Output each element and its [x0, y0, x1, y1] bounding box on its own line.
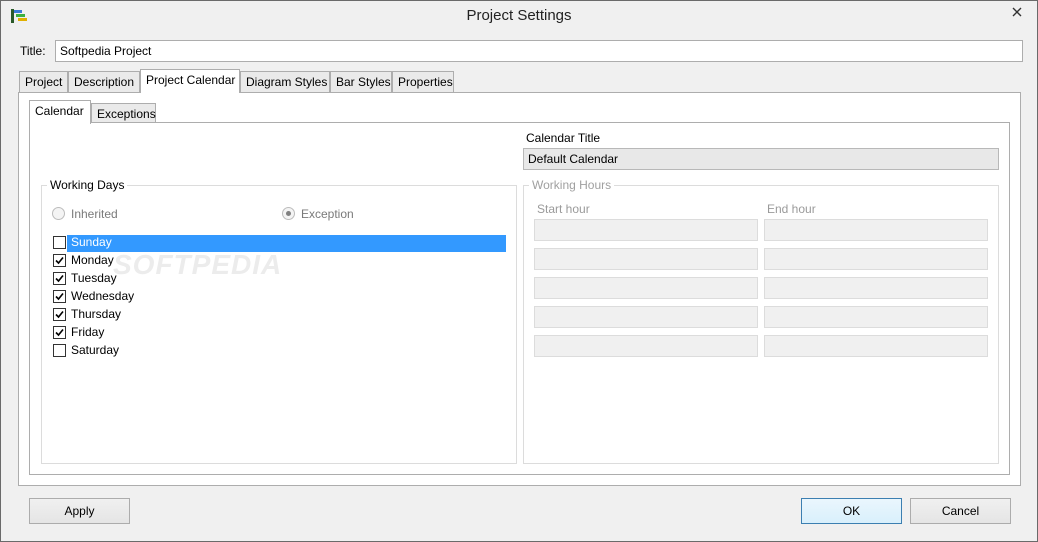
end-hour-field[interactable] — [764, 248, 988, 270]
working-days-group — [41, 185, 517, 464]
window-title: Project Settings — [466, 7, 572, 24]
checkmark-icon — [55, 328, 64, 337]
day-label-wednesday[interactable]: Wednesday — [71, 289, 134, 303]
tab-project-calendar[interactable]: Project Calendar — [140, 69, 240, 93]
title-input[interactable]: Softpedia Project — [55, 40, 1023, 62]
calendar-title-label: Calendar Title — [526, 131, 601, 145]
start-hour-field[interactable] — [534, 248, 758, 270]
end-hour-header: End hour — [767, 202, 816, 216]
working-hours-legend: Working Hours — [529, 178, 615, 192]
cancel-button[interactable]: Cancel — [910, 498, 1011, 524]
subtab-calendar[interactable]: Calendar — [29, 100, 91, 124]
end-hour-field[interactable] — [764, 306, 988, 328]
day-label-monday[interactable]: Monday — [71, 253, 114, 267]
day-checkbox-thursday[interactable] — [53, 308, 66, 321]
checkmark-icon — [55, 274, 64, 283]
exception-radio[interactable] — [282, 207, 295, 220]
apply-button[interactable]: Apply — [29, 498, 130, 524]
start-hour-field[interactable] — [534, 277, 758, 299]
tab-properties[interactable]: Properties — [392, 71, 454, 92]
tab-description[interactable]: Description — [68, 71, 140, 92]
tab-bar-styles[interactable]: Bar Styles — [330, 71, 392, 92]
end-hour-field[interactable] — [764, 277, 988, 299]
start-hour-field[interactable] — [534, 219, 758, 241]
close-button[interactable] — [1000, 1, 1033, 23]
project-settings-window: Project Settings Title: Softpedia Projec… — [0, 0, 1038, 542]
close-icon — [1012, 7, 1021, 17]
ok-button[interactable]: OK — [801, 498, 902, 524]
day-checkbox-sunday[interactable] — [53, 236, 66, 249]
exception-label: Exception — [301, 207, 354, 221]
day-checkbox-monday[interactable] — [53, 254, 66, 267]
day-label-tuesday[interactable]: Tuesday — [71, 271, 117, 285]
checkmark-icon — [55, 256, 64, 265]
day-label-friday[interactable]: Friday — [71, 325, 104, 339]
subtab-exceptions[interactable]: Exceptions — [91, 103, 156, 124]
inherited-radio[interactable] — [52, 207, 65, 220]
working-days-legend: Working Days — [47, 178, 128, 192]
start-hour-field[interactable] — [534, 335, 758, 357]
day-label-saturday[interactable]: Saturday — [71, 343, 119, 357]
title-label: Title: — [20, 44, 46, 58]
start-hour-field[interactable] — [534, 306, 758, 328]
day-checkbox-friday[interactable] — [53, 326, 66, 339]
checkmark-icon — [55, 292, 64, 301]
day-checkbox-saturday[interactable] — [53, 344, 66, 357]
end-hour-field[interactable] — [764, 219, 988, 241]
inherited-label: Inherited — [71, 207, 118, 221]
checkmark-icon — [55, 310, 64, 319]
tab-diagram-styles[interactable]: Diagram Styles — [240, 71, 330, 92]
day-label-thursday[interactable]: Thursday — [71, 307, 121, 321]
day-checkbox-wednesday[interactable] — [53, 290, 66, 303]
title-bar: Project Settings — [1, 1, 1037, 32]
softpedia-watermark: SOFTPEDIA — [113, 249, 283, 280]
day-label-sunday[interactable]: Sunday — [71, 235, 112, 249]
day-checkbox-tuesday[interactable] — [53, 272, 66, 285]
start-hour-header: Start hour — [537, 202, 590, 216]
tab-project[interactable]: Project — [19, 71, 68, 92]
end-hour-field[interactable] — [764, 335, 988, 357]
calendar-title-input[interactable]: Default Calendar — [523, 148, 999, 170]
